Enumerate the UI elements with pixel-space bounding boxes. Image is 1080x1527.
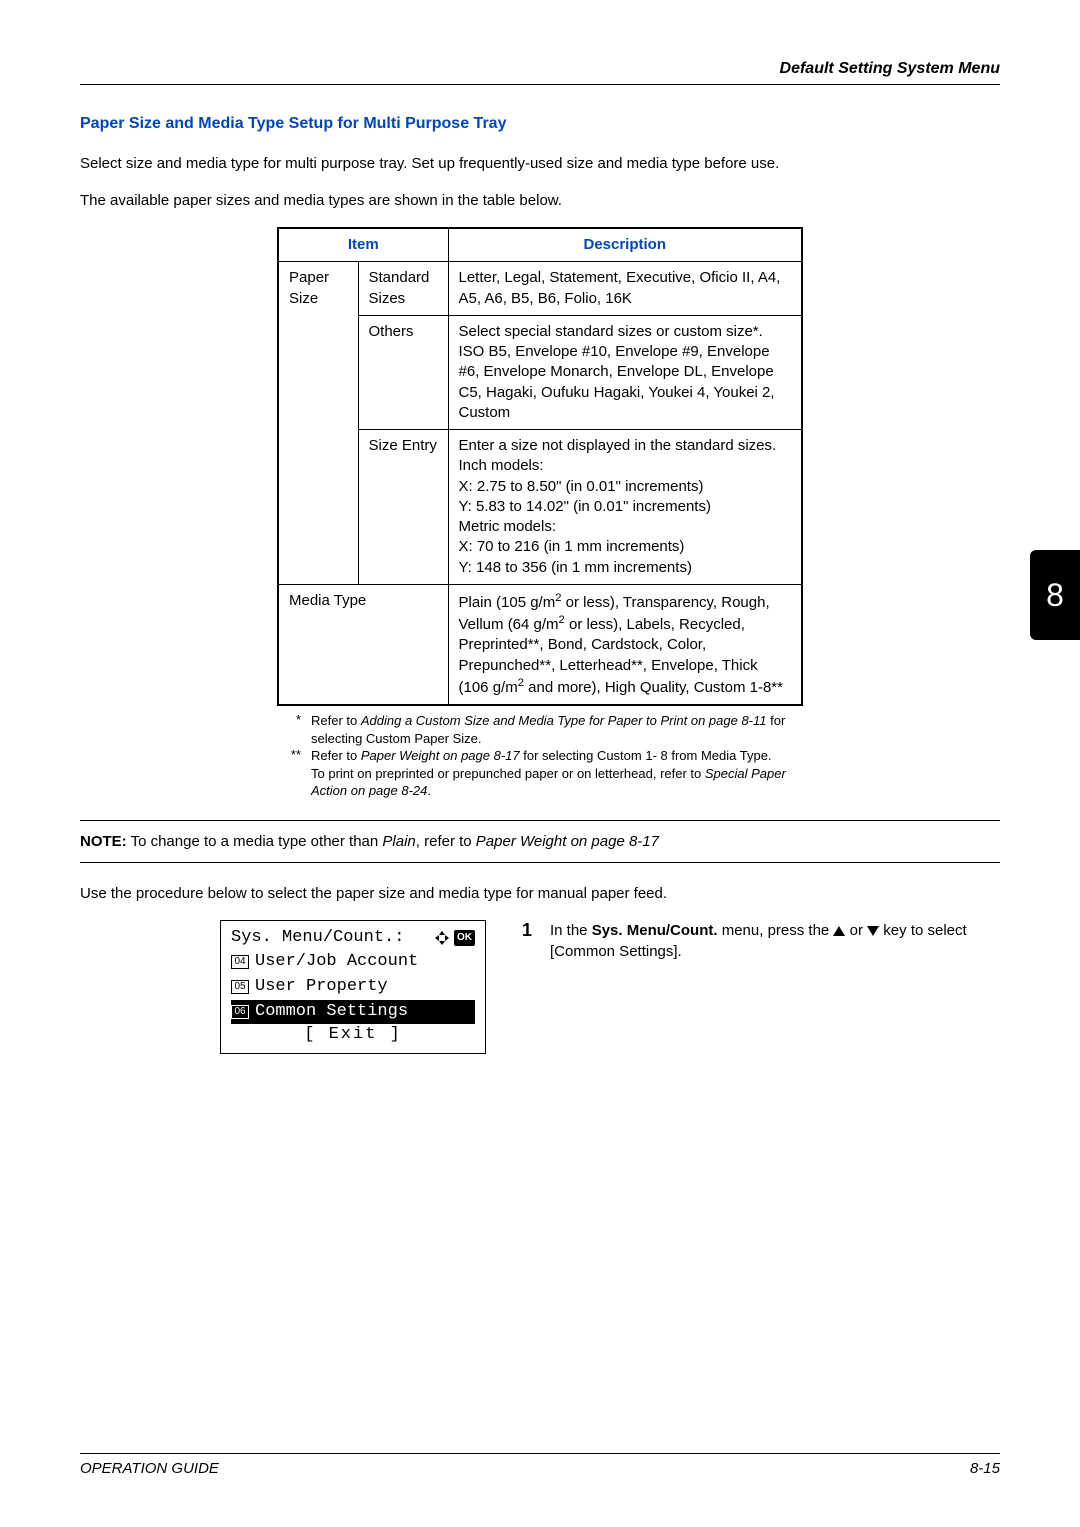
cell-paper-size: Paper Size — [278, 262, 358, 585]
lcd-label-2: Common Settings — [255, 1001, 408, 1024]
row-standard-sizes: Paper Size Standard Sizes Letter, Legal,… — [278, 262, 802, 316]
lcd-num-04: 04 — [231, 955, 249, 969]
procedure-intro: Use the procedure below to select the pa… — [80, 883, 1000, 904]
lcd-num-05: 05 — [231, 980, 249, 994]
lcd-item-user-property: 05 User Property — [231, 975, 475, 1000]
table-footnotes: * Refer to Adding a Custom Size and Medi… — [277, 712, 803, 800]
page-footer: OPERATION GUIDE 8-15 — [80, 1446, 1000, 1478]
footnote-star-mark: * — [277, 712, 311, 747]
up-triangle-icon — [833, 926, 845, 936]
footer-left: OPERATION GUIDE — [80, 1460, 219, 1477]
lcd-title: Sys. Menu/Count.: — [231, 927, 404, 950]
step-number: 1 — [522, 920, 550, 1055]
cell-size-entry-desc: Enter a size not displayed in the standa… — [448, 430, 802, 585]
chapter-tab: 8 — [1030, 550, 1080, 640]
footnote-dstar-text: Refer to Paper Weight on page 8-17 for s… — [311, 747, 803, 800]
down-triangle-icon — [867, 926, 879, 936]
nav-arrows-icon — [434, 930, 450, 946]
lcd-item-user-job-account: 04 User/Job Account — [231, 950, 475, 975]
lcd-label-0: User/Job Account — [255, 951, 418, 974]
intro-paragraph-2: The available paper sizes and media type… — [80, 190, 1000, 211]
paper-size-table: Item Description Paper Size Standard Siz… — [277, 227, 803, 706]
footnote-dstar-mark: ** — [277, 747, 311, 800]
row-media-type: Media Type Plain (105 g/m2 or less), Tra… — [278, 584, 802, 705]
th-item: Item — [278, 228, 448, 262]
step-instruction: In the Sys. Menu/Count. menu, press the … — [550, 920, 1000, 1055]
cell-standard-sizes-label: Standard Sizes — [358, 262, 448, 316]
section-heading: Paper Size and Media Type Setup for Mult… — [80, 115, 1000, 133]
cell-size-entry-label: Size Entry — [358, 430, 448, 585]
cell-others-label: Others — [358, 315, 448, 429]
note-block: NOTE: To change to a media type other th… — [80, 820, 1000, 863]
lcd-display: Sys. Menu/Count.: OK 04 User/Job Account… — [220, 920, 486, 1055]
lcd-label-1: User Property — [255, 976, 388, 999]
ok-icon: OK — [454, 930, 475, 946]
cell-others-desc: Select special standard sizes or custom … — [448, 315, 802, 429]
lcd-exit: [ Exit ] — [231, 1024, 475, 1047]
footnote-star-text: Refer to Adding a Custom Size and Media … — [311, 712, 803, 747]
lcd-num-06: 06 — [231, 1005, 249, 1019]
cell-standard-sizes-desc: Letter, Legal, Statement, Executive, Ofi… — [448, 262, 802, 316]
cell-media-type-label: Media Type — [278, 584, 448, 705]
intro-paragraph-1: Select size and media type for multi pur… — [80, 153, 1000, 174]
th-description: Description — [448, 228, 802, 262]
footer-right: 8-15 — [970, 1460, 1000, 1477]
cell-media-type-desc: Plain (105 g/m2 or less), Transparency, … — [448, 584, 802, 705]
header-rule — [80, 84, 1000, 85]
note-label: NOTE: — [80, 833, 127, 850]
running-header: Default Setting System Menu — [80, 60, 1000, 78]
lcd-item-common-settings: 06 Common Settings — [231, 1000, 475, 1025]
